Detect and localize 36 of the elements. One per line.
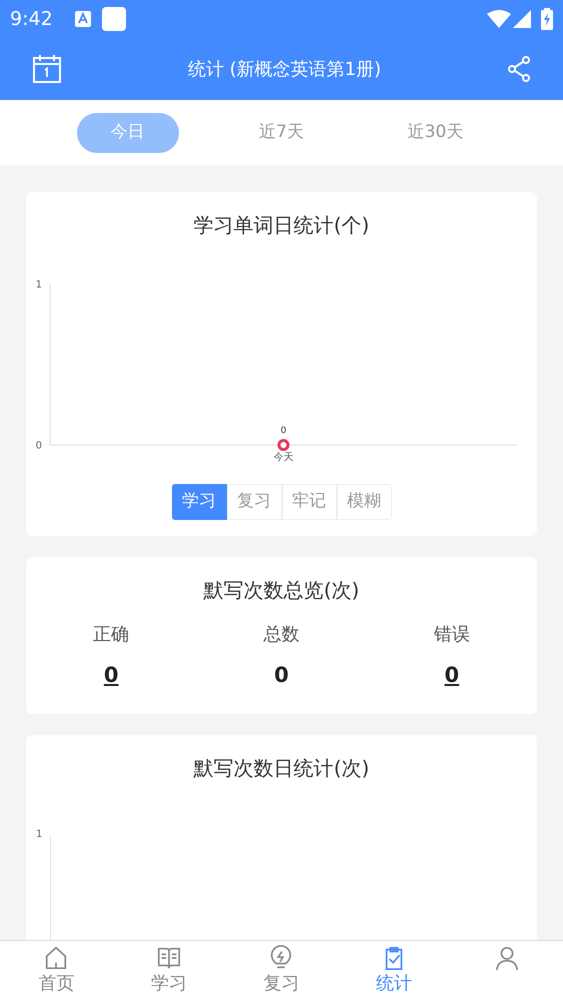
stat-label: 总数 [263, 623, 300, 647]
period-tab[interactable]: 近7天 [230, 112, 332, 152]
axis-tick-label: 1 [36, 828, 42, 842]
app-notification-icon [74, 11, 91, 27]
segment-tab[interactable]: 复习 [226, 484, 282, 520]
segment-tab[interactable]: 模糊 [336, 484, 392, 520]
card-title: 学习单词日统计(个) [194, 212, 370, 239]
nav-tab[interactable]: 复习 [225, 941, 338, 1000]
axis-tick-label: 1 [36, 280, 42, 290]
book-icon [156, 945, 182, 971]
person-icon [494, 945, 520, 971]
axis-category-label: 今天 [274, 452, 294, 463]
segment-tab[interactable]: 牢记 [282, 484, 336, 520]
card-title: 默写次数总览(次) [204, 577, 360, 604]
status-time: 9:42 [10, 6, 53, 32]
card-title: 默写次数日统计(次) [194, 755, 370, 782]
nav-tab[interactable]: 首页 [0, 941, 113, 1000]
page-title: 统计 (新概念英语第1册) [186, 58, 382, 82]
nav-tab[interactable]: 统计 [338, 941, 450, 1000]
share-icon[interactable] [507, 56, 531, 82]
segment-tab[interactable]: 学习 [172, 484, 226, 520]
battery-icon [541, 8, 553, 30]
period-tab[interactable]: 今日 [76, 112, 178, 152]
stat-label: 错误 [434, 623, 470, 647]
signal-icon [513, 10, 531, 28]
nav-tab[interactable]: 学习 [112, 941, 226, 1000]
wifi-icon [487, 10, 511, 28]
stat-label: 正确 [93, 623, 130, 647]
period-tab[interactable]: 近30天 [384, 112, 486, 152]
axis-tick-label: 0 [36, 440, 42, 452]
calendar-icon[interactable] [32, 54, 62, 84]
notification-square-icon [102, 7, 126, 31]
data-label: 0 [280, 426, 286, 436]
stat-value-link[interactable]: 0 [104, 660, 118, 692]
stat-value: 0 [274, 662, 289, 689]
stat-value-link[interactable]: 0 [444, 660, 460, 692]
